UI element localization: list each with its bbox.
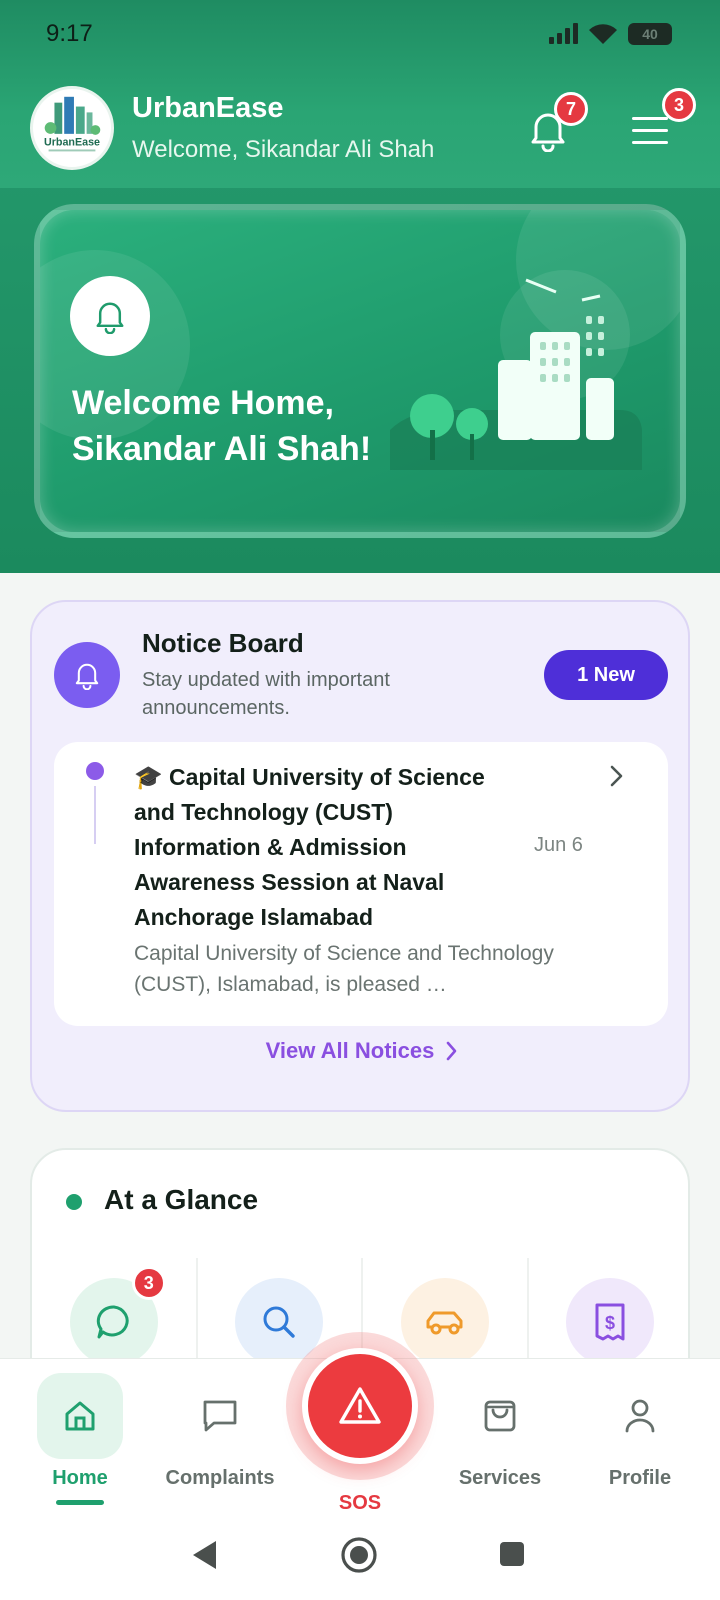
notifications-button[interactable]: 7 — [518, 92, 588, 160]
svg-text:UrbanEase: UrbanEase — [44, 137, 100, 149]
battery-level: 40 — [642, 26, 658, 42]
status-time: 9:17 — [46, 20, 93, 47]
city-illustration-icon — [390, 278, 642, 470]
nav-services[interactable]: Services — [440, 1373, 560, 1490]
notice-item[interactable]: 🎓 Capital University of Science and Tech… — [54, 742, 668, 1026]
chevron-right-icon — [610, 765, 623, 787]
glance-icon-circle: $ — [566, 1278, 655, 1366]
glance-icon-circle: 3 — [69, 1266, 166, 1366]
nav-home-label: Home — [52, 1467, 108, 1489]
welcome-hero-card: Welcome Home, Sikandar Ali Shah! — [34, 204, 686, 538]
signal-icon — [549, 23, 578, 44]
chevron-right-icon — [447, 1041, 457, 1061]
nav-services-label: Services — [458, 1467, 542, 1489]
glance-badge: 3 — [131, 1266, 166, 1300]
notice-item-excerpt: Capital University of Science and Techno… — [134, 942, 554, 996]
status-icons: 40 — [548, 22, 672, 46]
notice-board-card: Notice Board Stay updated with important… — [30, 600, 690, 1112]
wifi-icon — [589, 24, 617, 44]
nav-services-icon-bg — [457, 1373, 543, 1459]
search-icon — [263, 1306, 295, 1338]
bell-icon — [96, 302, 124, 334]
notice-item-title-text: Capital University of Science and Techno… — [134, 764, 485, 930]
nav-complaints-icon-bg — [177, 1373, 263, 1459]
app-logo: UrbanEase — [30, 86, 114, 170]
car-icon — [426, 1311, 463, 1335]
unread-dot — [86, 762, 104, 780]
sos-button[interactable] — [302, 1348, 418, 1464]
hero-greeting-line1: Welcome Home, — [72, 384, 335, 422]
nav-profile-label: Profile — [608, 1467, 672, 1489]
sos-label: SOS — [338, 1492, 382, 1514]
notice-board-subtitle: Stay updated with important announcement… — [142, 669, 390, 719]
hero-greeting-line2: Sikandar Ali Shah! — [72, 430, 372, 468]
menu-badge: 3 — [662, 88, 696, 122]
nav-profile[interactable]: Profile — [580, 1373, 700, 1490]
user-icon — [625, 1399, 655, 1433]
receipt-icon: $ — [595, 1303, 625, 1341]
home-icon — [65, 1401, 95, 1431]
notice-board-title: Notice Board — [142, 628, 304, 658]
hero-bell-badge — [70, 276, 150, 356]
nav-home[interactable]: Home — [20, 1373, 140, 1505]
message-square-icon — [203, 1400, 237, 1432]
at-a-glance-title: At a Glance — [104, 1184, 259, 1215]
back-icon[interactable] — [190, 1538, 220, 1572]
app-title: UrbanEase — [132, 92, 284, 124]
menu-button[interactable]: 3 — [620, 88, 696, 160]
warning-triangle-icon — [339, 1387, 381, 1424]
system-navigation-bar — [0, 1518, 720, 1600]
recents-icon[interactable] — [498, 1540, 526, 1568]
nav-profile-icon-bg — [597, 1373, 683, 1459]
nav-home-icon-bg — [37, 1373, 123, 1459]
notice-item-date: Jun 6 — [534, 834, 583, 856]
nav-complaints-label: Complaints — [165, 1467, 275, 1489]
nav-complaints[interactable]: Complaints — [160, 1373, 280, 1490]
view-all-notices-label: View All Notices — [265, 1038, 435, 1063]
hero-greeting: Welcome Home, Sikandar Ali Shah! — [72, 380, 371, 472]
hamburger-menu-icon — [632, 117, 668, 144]
status-bar: 9:17 40 — [0, 0, 720, 70]
battery-icon: 40 — [628, 23, 672, 45]
chat-icon — [96, 1305, 129, 1339]
city-logo-icon: UrbanEase — [44, 96, 101, 152]
notice-item-title: 🎓 Capital University of Science and Tech… — [134, 760, 524, 935]
shopping-bag-icon — [484, 1400, 516, 1432]
new-notices-badge[interactable]: 1 New — [544, 650, 668, 700]
welcome-subtitle: Welcome, Sikandar Ali Shah — [132, 136, 435, 163]
bell-icon — [75, 663, 99, 690]
svg-text:$: $ — [605, 1313, 615, 1333]
timeline-line — [94, 786, 96, 844]
section-dot — [66, 1194, 82, 1210]
active-indicator — [56, 1500, 104, 1505]
notifications-badge: 7 — [554, 92, 588, 126]
view-all-notices-link[interactable]: View All Notices — [32, 1038, 692, 1064]
glance-icon-circle — [400, 1278, 489, 1366]
home-circle-icon[interactable] — [340, 1536, 378, 1574]
notice-board-icon-badge — [54, 642, 120, 708]
graduation-cap-icon: 🎓 — [134, 764, 163, 790]
